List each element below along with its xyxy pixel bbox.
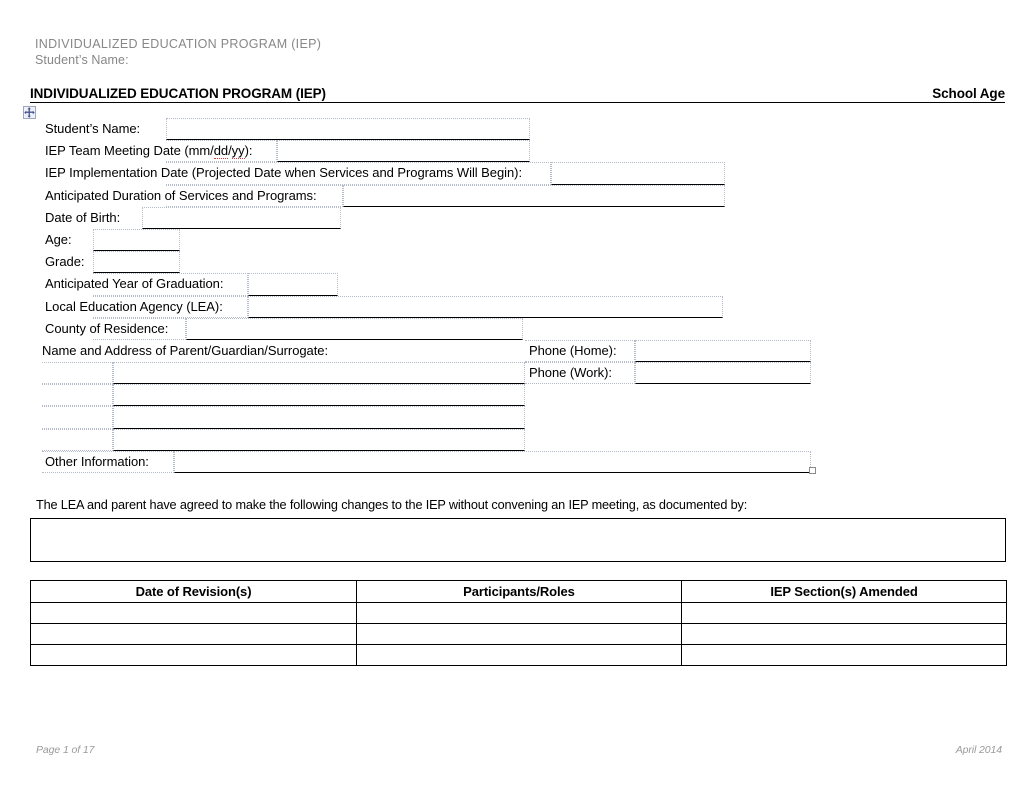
revisions-cell-section[interactable] [681, 644, 1007, 666]
form-row-implementation-date: IEP Implementation Date (Projected Date … [0, 162, 1036, 185]
county-input[interactable] [186, 317, 523, 340]
running-header-title: INDIVIDUALIZED EDUCATION PROGRAM (IEP) [35, 37, 322, 51]
form-row-other-information: Other Information: [0, 450, 1036, 473]
revisions-cell-section[interactable] [681, 602, 1007, 624]
page-title-bar: INDIVIDUALIZED EDUCATION PROGRAM (IEP) S… [30, 86, 1005, 103]
revisions-header-participants: Participants/Roles [356, 580, 682, 603]
grade-label: Grade: [45, 254, 85, 270]
document-page: INDIVIDUALIZED EDUCATION PROGRAM (IEP) S… [0, 0, 1036, 793]
form-row-duration: Anticipated Duration of Services and Pro… [0, 184, 1036, 207]
parent-address-line3-input[interactable] [113, 406, 525, 429]
page-title-category: School Age [932, 86, 1005, 101]
form-row-parent-line4 [0, 428, 1036, 451]
revisions-table-header-row: Date of Revision(s) Participants/Roles I… [30, 580, 1007, 603]
amendment-documentation-box[interactable] [30, 518, 1006, 562]
revisions-cell-participants[interactable] [356, 623, 682, 645]
lea-spacer [93, 295, 248, 318]
graduation-year-input[interactable] [248, 273, 338, 296]
date-of-birth-label: Date of Birth: [45, 209, 121, 225]
revisions-cell-date[interactable] [30, 602, 357, 624]
implementation-date-input[interactable] [551, 162, 725, 185]
footer-revision-date: April 2014 [955, 744, 1002, 756]
iep-identification-form: Student’s Name: IEP Team Meeting Date (m… [0, 118, 1036, 473]
parent-line4-spacer [42, 428, 113, 451]
duration-input[interactable] [343, 184, 725, 207]
form-row-parent-line1: Phone (Work): [0, 362, 1036, 385]
revisions-header-date: Date of Revision(s) [30, 580, 357, 603]
county-spacer [93, 317, 186, 340]
parent-line2-spacer [42, 384, 113, 407]
parent-address-label: Name and Address of Parent/Guardian/Surr… [42, 342, 329, 358]
parent-address-line1-input[interactable] [113, 362, 525, 385]
age-input[interactable] [93, 228, 180, 252]
revisions-cell-participants[interactable] [356, 602, 682, 624]
form-row-meeting-date: IEP Team Meeting Date (mm/dd/yy): [0, 140, 1036, 163]
other-information-spacer [42, 450, 174, 473]
meeting-date-input[interactable] [277, 140, 530, 163]
parent-address-line2-input[interactable] [113, 384, 525, 407]
phone-home-input[interactable] [635, 339, 811, 363]
phone-work-input[interactable] [635, 362, 811, 385]
form-row-county: County of Residence: [0, 317, 1036, 340]
revisions-table: Date of Revision(s) Participants/Roles I… [30, 580, 1007, 666]
page-title: INDIVIDUALIZED EDUCATION PROGRAM (IEP) [30, 86, 326, 101]
graduation-year-spacer [93, 273, 248, 296]
parent-line3-spacer [42, 406, 113, 429]
implementation-date-spacer [166, 162, 551, 185]
date-of-birth-input[interactable] [142, 206, 341, 229]
duration-spacer [166, 184, 343, 207]
form-row-graduation-year: Anticipated Year of Graduation: [0, 273, 1036, 296]
footer-page-number: Page 1 of 17 [36, 744, 95, 756]
revisions-cell-participants[interactable] [356, 644, 682, 666]
form-row-grade: Grade: [0, 251, 1036, 274]
revisions-cell-date[interactable] [30, 644, 357, 666]
table-row [30, 644, 1007, 666]
parent-address-line4-input[interactable] [113, 428, 525, 451]
table-row [30, 623, 1007, 645]
phone-work-spacer [525, 362, 635, 385]
student-name-label: Student’s Name: [45, 121, 141, 136]
form-row-student-name: Student’s Name: [0, 118, 1036, 141]
revisions-cell-date[interactable] [30, 623, 357, 645]
page-footer: Page 1 of 17 April 2014 [36, 744, 1002, 756]
running-header-student-name-label: Student’s Name: [35, 53, 129, 67]
running-header: INDIVIDUALIZED EDUCATION PROGRAM (IEP) S… [35, 36, 321, 68]
form-row-age: Age: [0, 228, 1036, 252]
table-row [30, 602, 1007, 624]
lea-input[interactable] [248, 295, 723, 318]
grade-input[interactable] [93, 251, 180, 274]
other-information-input[interactable] [174, 450, 811, 473]
form-row-parent-line2 [0, 384, 1036, 407]
form-row-parent-line3 [0, 406, 1036, 429]
table-resize-handle-icon[interactable] [809, 467, 816, 474]
parent-line1-spacer [42, 362, 113, 385]
revisions-cell-section[interactable] [681, 623, 1007, 645]
student-name-input[interactable] [166, 118, 530, 141]
form-row-date-of-birth: Date of Birth: [0, 206, 1036, 229]
meeting-date-spacer [166, 140, 277, 163]
form-row-lea: Local Education Agency (LEA): [0, 295, 1036, 318]
amendment-agreement-statement: The LEA and parent have agreed to make t… [36, 498, 748, 512]
age-label: Age: [45, 231, 72, 247]
form-row-parent-label: Name and Address of Parent/Guardian/Surr… [0, 339, 1036, 363]
revisions-header-section: IEP Section(s) Amended [681, 580, 1007, 603]
phone-home-spacer [525, 339, 635, 363]
